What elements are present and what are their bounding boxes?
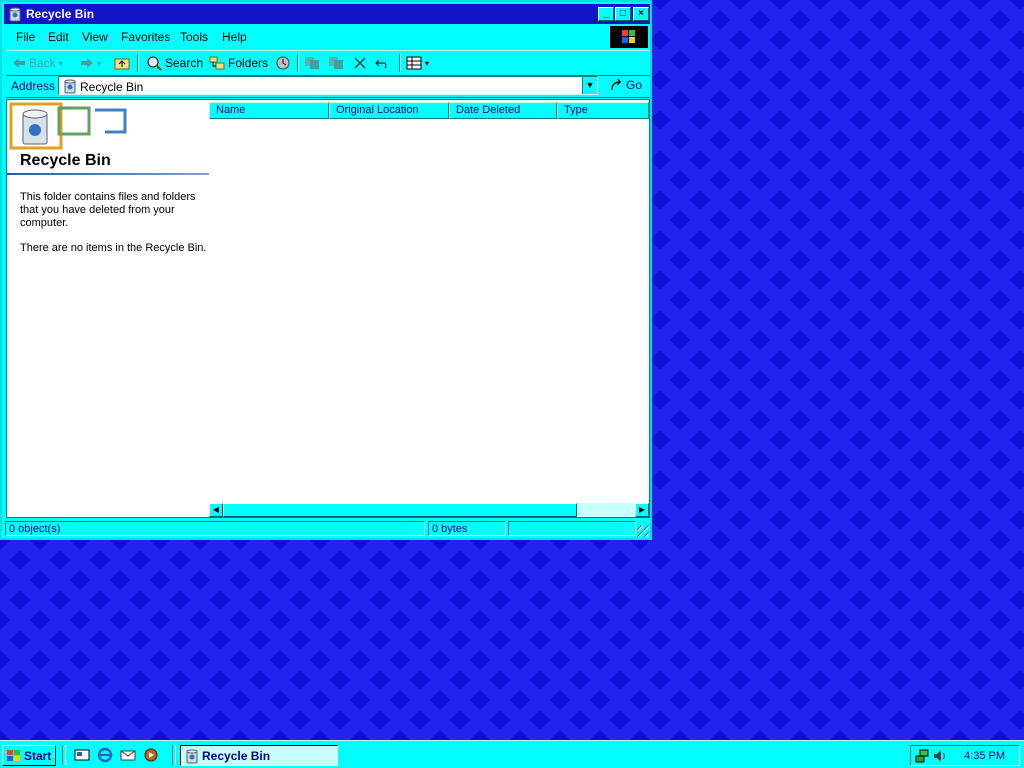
scroll-thumb[interactable] <box>223 503 577 517</box>
system-tray: 4:35 PM <box>910 745 1020 766</box>
recycle-bin-window: Recycle Bin _ □ × File Edit View Favorit… <box>0 0 652 540</box>
delete-button[interactable] <box>354 54 366 72</box>
search-icon <box>147 56 162 71</box>
show-desktop-icon[interactable] <box>74 747 90 763</box>
info-pane: Recycle Bin This folder contains files a… <box>7 100 209 517</box>
forward-dropdown-icon: ▾ <box>97 58 102 68</box>
start-button[interactable]: Start <box>2 745 56 766</box>
windows-flag-icon <box>7 749 20 761</box>
folders-label: Folders <box>228 56 269 70</box>
volume-icon[interactable] <box>932 748 948 767</box>
status-bar: 0 object(s) 0 bytes <box>4 520 650 538</box>
start-label: Start <box>24 748 52 763</box>
empty-message: There are no items in the Recycle Bin. <box>20 242 207 254</box>
resize-grip[interactable] <box>637 525 649 537</box>
clock: 4:35 PM <box>964 750 1005 762</box>
content-area: Recycle Bin This folder contains files a… <box>6 99 650 518</box>
views-dropdown-icon: ▾ <box>425 58 430 68</box>
windows-logo <box>610 26 648 48</box>
undo-button[interactable] <box>375 54 391 72</box>
column-original-location[interactable]: Original Location <box>329 102 449 119</box>
back-button[interactable]: Back ▾ <box>12 54 63 72</box>
scroll-left-button[interactable]: ◀ <box>209 503 223 517</box>
delete-icon <box>354 57 366 69</box>
forward-arrow-icon <box>81 58 93 68</box>
column-type[interactable]: Type <box>557 102 649 119</box>
go-label: Go <box>626 78 643 92</box>
copy-to-icon <box>329 57 343 69</box>
address-field[interactable]: Recycle Bin ▼ <box>58 76 598 95</box>
scroll-right-button[interactable]: ▶ <box>635 503 649 517</box>
back-label: Back <box>29 56 56 70</box>
outlook-express-icon[interactable] <box>120 747 136 763</box>
search-button[interactable]: Search <box>146 54 203 72</box>
recycle-bin-icon <box>186 749 198 763</box>
up-folder-button[interactable] <box>114 54 130 72</box>
address-bar: Address Recycle Bin ▼ Go <box>6 75 650 98</box>
folders-button[interactable]: Folders <box>209 54 268 72</box>
go-button[interactable]: Go <box>610 78 642 92</box>
column-header-row: Name Original Location Date Deleted Type <box>209 102 649 119</box>
address-label: Address <box>11 79 56 93</box>
minimize-button[interactable]: _ <box>598 7 614 21</box>
views-icon <box>406 56 422 70</box>
recycle-bin-icon <box>7 6 23 22</box>
column-name[interactable]: Name <box>209 102 329 119</box>
title-divider <box>7 173 209 175</box>
close-button[interactable]: × <box>633 7 649 21</box>
network-icon[interactable] <box>915 748 931 767</box>
menu-favorites[interactable]: Favorites <box>121 30 170 44</box>
media-player-icon[interactable] <box>143 747 159 763</box>
views-button[interactable]: ▾ <box>406 54 429 72</box>
pane-description: This folder contains files and folders t… <box>20 191 196 229</box>
copy-to-button[interactable] <box>328 54 344 72</box>
recycle-bin-banner <box>9 102 129 150</box>
go-arrow-icon <box>611 78 622 91</box>
back-dropdown-icon: ▾ <box>58 58 63 68</box>
address-dropdown-button[interactable]: ▼ <box>582 77 597 94</box>
forward-button[interactable]: ▾ <box>80 54 101 72</box>
menu-tools[interactable]: Tools <box>180 30 208 44</box>
horizontal-scrollbar[interactable]: ◀ ▶ <box>209 503 649 517</box>
task-label: Recycle Bin <box>202 748 271 763</box>
internet-explorer-icon[interactable] <box>97 747 113 763</box>
move-to-icon <box>305 57 319 69</box>
address-value: Recycle Bin <box>80 80 144 94</box>
maximize-button[interactable]: □ <box>615 7 631 21</box>
toolbar: Back ▾ ▾ Search Folders ▾ <box>6 50 650 76</box>
back-arrow-icon <box>13 58 25 68</box>
history-button[interactable] <box>274 54 292 72</box>
title-bar[interactable]: Recycle Bin _ □ × <box>4 4 650 24</box>
menu-file[interactable]: File <box>16 30 35 44</box>
menu-bar: File Edit View Favorites Tools Help <box>6 26 650 48</box>
up-folder-icon <box>114 58 130 70</box>
folders-icon <box>209 56 225 70</box>
history-icon <box>276 56 290 70</box>
menu-help[interactable]: Help <box>222 30 247 44</box>
menu-edit[interactable]: Edit <box>48 30 69 44</box>
column-date-deleted[interactable]: Date Deleted <box>449 102 557 119</box>
search-label: Search <box>165 56 204 70</box>
status-zone <box>508 521 636 536</box>
pane-title: Recycle Bin <box>20 152 111 169</box>
status-object-count: 0 object(s) <box>5 521 425 536</box>
status-size: 0 bytes <box>428 521 506 536</box>
file-list[interactable]: Name Original Location Date Deleted Type… <box>209 100 649 517</box>
taskbar: Start Recycle Bin 4:35 PM <box>0 740 1024 768</box>
recycle-bin-icon <box>62 78 78 97</box>
taskbar-recycle-bin-button[interactable]: Recycle Bin <box>180 745 338 766</box>
move-to-button[interactable] <box>304 54 320 72</box>
menu-view[interactable]: View <box>82 30 108 44</box>
undo-icon <box>375 59 387 69</box>
window-title: Recycle Bin <box>26 7 95 21</box>
